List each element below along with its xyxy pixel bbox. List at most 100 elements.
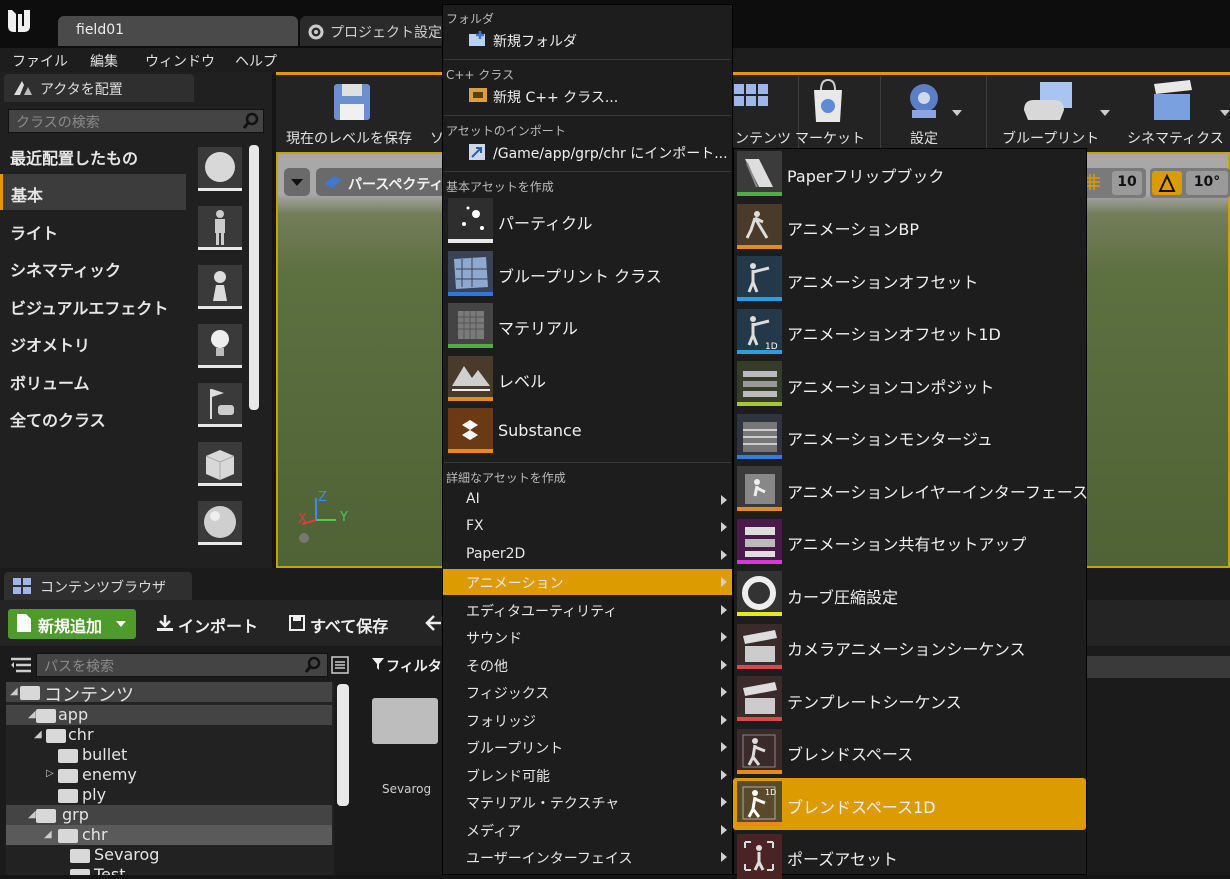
category-fx[interactable]: FX [466,518,484,534]
settings-button[interactable]: 設定 [910,128,938,148]
cinematics-dropdown-icon[interactable] [1220,110,1230,116]
import-to-path-item[interactable]: /Game/app/grp/chr にインポート... [493,143,728,163]
category-volumes[interactable]: ボリューム [0,362,186,398]
empty-actor-icon[interactable] [198,147,242,191]
category-blendables[interactable]: ブレンド可能 [466,766,550,786]
settings-dropdown-icon[interactable] [952,110,962,116]
curve-compression-item[interactable]: カーブ圧縮設定 [787,584,898,608]
sources-panel-icon[interactable] [10,656,32,674]
camera-anim-sequence-item[interactable]: カメラアニメーションシーケンス [787,636,1026,660]
tree-item-test[interactable]: Test [6,865,332,875]
cube-icon[interactable] [198,442,242,486]
cinematics-icon[interactable] [1148,78,1198,124]
tree-item-bullet[interactable]: bullet [6,745,332,765]
import-icon[interactable] [156,614,174,632]
category-physics[interactable]: フィジックス [466,683,549,703]
blueprints-button[interactable]: ブループリント [1002,128,1099,148]
tree-item-ply[interactable]: ply [6,785,332,805]
tree-item-content[interactable]: ◢ コンテンツ [6,682,332,706]
category-blueprints[interactable]: ブループリント [466,738,563,758]
player-start-icon[interactable] [198,383,242,427]
marketplace-icon[interactable] [808,78,848,124]
category-paper2d[interactable]: Paper2D [466,546,525,562]
tree-item-grp-chr[interactable]: ◢ chr [6,825,332,845]
animation-layer-interface-item[interactable]: アニメーションレイヤーインターフェース [787,479,1088,503]
category-basic[interactable]: 基本 [0,174,186,210]
menu-window[interactable]: ウィンドウ [145,51,215,71]
category-all-classes[interactable]: 全てのクラス [0,399,186,435]
save-current-level-button[interactable]: 現在のレベルを保存 [286,128,412,148]
category-animation[interactable]: アニメーション [466,573,563,593]
category-geometry[interactable]: ジオメトリ [0,324,186,360]
animation-sharing-setup-item[interactable]: アニメーション共有セットアップ [787,531,1026,555]
content-button[interactable]: ンテンツ [735,128,791,148]
filters-button[interactable]: フィルタ [386,656,442,676]
pawn-icon[interactable] [198,265,242,309]
sphere-icon[interactable] [198,501,242,545]
menu-help[interactable]: ヘルプ [235,51,277,71]
tree-item-app[interactable]: ◢ app [6,705,332,725]
category-recent[interactable]: 最近配置したもの [0,137,186,173]
character-icon[interactable] [198,206,242,250]
search-icon[interactable] [304,656,322,674]
save-level-icon[interactable] [330,80,374,124]
light-bulb-icon[interactable] [198,324,242,368]
category-materials-textures[interactable]: マテリアル・テクスチャ [466,793,619,813]
marketplace-button[interactable]: マーケット [795,128,865,148]
aim-offset-item[interactable]: アニメーションオフセット [787,269,978,293]
folder-tree-scrollbar[interactable] [337,684,349,806]
back-arrow-icon[interactable] [424,613,442,633]
aim-offset-1d-item[interactable]: アニメーションオフセット1D [787,321,1001,345]
substance-item[interactable]: Substance [498,421,582,440]
category-misc[interactable]: その他 [466,656,508,676]
category-sound[interactable]: サウンド [466,628,522,648]
category-media[interactable]: メディア [466,821,521,841]
tab-field01[interactable]: field01 [58,16,298,46]
category-user-interface[interactable]: ユーザーインターフェイス [466,848,632,868]
import-button[interactable]: インポート [178,613,258,637]
pose-asset-item[interactable]: ポーズアセット [787,846,898,870]
unreal-logo-icon[interactable] [4,6,34,36]
collapsed-arrow-icon[interactable]: ▷ [46,768,54,779]
settings-icon[interactable] [902,78,946,122]
category-editor-utility[interactable]: エディタユーティリティ [466,601,617,621]
tree-item-grp[interactable]: ◢ grp [6,805,332,825]
save-all-button[interactable]: すべて保存 [310,613,388,637]
animation-montage-item[interactable]: アニメーションモンタージュ [787,426,993,450]
blueprint-dropdown-icon[interactable] [1100,110,1110,116]
search-icon[interactable] [242,112,260,130]
blend-space-1d-item[interactable]: ブレンドスペース1D [787,794,936,818]
tree-item-chr[interactable]: ◢ chr [6,725,332,745]
tree-item-enemy[interactable]: ▷ enemy [6,765,332,785]
category-lights[interactable]: ライト [0,212,186,248]
paper-flipbook-item[interactable]: Paperフリップブック [787,163,944,187]
viewport-options-button[interactable] [284,168,310,196]
level-item[interactable]: レベル [498,368,546,392]
blueprint-icon[interactable] [1020,80,1076,124]
tree-item-sevarog[interactable]: Sevarog [6,845,332,865]
blueprint-class-item[interactable]: ブループリント クラス [498,263,662,287]
menu-file[interactable]: ファイル [12,51,68,71]
view-options-icon[interactable] [331,656,349,674]
content-icon[interactable] [732,80,772,120]
template-sequence-item[interactable]: テンプレートシーケンス [787,689,962,713]
material-item[interactable]: マテリアル [498,315,578,339]
grid-snap-value[interactable]: 10 [1112,171,1142,195]
asset-search-input[interactable] [1086,656,1230,678]
animation-composite-item[interactable]: アニメーションコンポジット [787,374,994,398]
blend-space-item[interactable]: ブレンドスペース [787,741,913,765]
folder-icon[interactable] [372,698,438,744]
save-all-icon[interactable] [288,614,306,632]
particle-item[interactable]: パーティクル [498,210,593,234]
new-folder-item[interactable]: 新規フォルダ [493,31,577,51]
category-ai[interactable]: AI [466,491,480,507]
category-visual-effects[interactable]: ビジュアルエフェクト [0,287,186,323]
rotation-snap-value[interactable]: 10° [1186,171,1228,195]
category-cinematic[interactable]: シネマティック [0,249,186,285]
new-cpp-class-item[interactable]: 新規 C++ クラス... [493,87,618,107]
menu-edit[interactable]: 編集 [90,51,118,71]
place-actors-scrollbar[interactable] [249,145,259,410]
category-foliage[interactable]: フォリッジ [466,711,536,731]
cinematics-button[interactable]: シネマティクス [1127,128,1224,148]
animation-bp-item[interactable]: アニメーションBP [787,216,919,240]
